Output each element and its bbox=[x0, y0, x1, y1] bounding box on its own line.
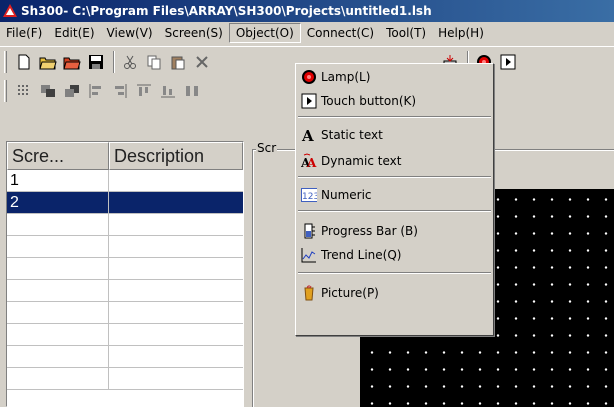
menu-item-picture[interactable]: Picture(P) bbox=[298, 282, 491, 304]
table-row[interactable] bbox=[7, 302, 243, 324]
picture-icon bbox=[301, 285, 317, 301]
open-folder-icon[interactable] bbox=[61, 51, 83, 73]
screen-description bbox=[109, 192, 243, 213]
bring-front-icon[interactable] bbox=[37, 80, 59, 102]
table-row[interactable]: 2 bbox=[7, 192, 243, 214]
menu-screen[interactable]: Screen(S) bbox=[159, 23, 229, 43]
table-row[interactable] bbox=[7, 258, 243, 280]
table-row[interactable] bbox=[7, 368, 243, 390]
new-icon[interactable] bbox=[13, 51, 35, 73]
align-bottom-icon[interactable] bbox=[157, 80, 179, 102]
object-menu-dropdown: Lamp(L) Touch button(K) A Static text AA… bbox=[295, 63, 494, 336]
delete-icon[interactable] bbox=[191, 51, 213, 73]
menu-connect[interactable]: Connect(C) bbox=[301, 23, 380, 43]
menu-item-progress-bar[interactable]: Progress Bar (B) bbox=[298, 220, 491, 242]
toolbar-separator bbox=[113, 50, 115, 73]
menu-help[interactable]: Help(H) bbox=[432, 23, 490, 43]
trend-line-icon bbox=[301, 247, 317, 263]
menu-item-label: Trend Line(Q) bbox=[321, 248, 402, 262]
svg-text:A: A bbox=[306, 156, 317, 169]
dynamic-text-icon: AA bbox=[301, 153, 317, 169]
menu-object[interactable]: Object(O) bbox=[228, 23, 301, 43]
menu-item-trend-line[interactable]: Trend Line(Q) bbox=[298, 244, 491, 266]
menu-item-touch-button[interactable]: Touch button(K) bbox=[298, 90, 491, 112]
title-bar[interactable]: Sh300- C:\Program Files\ARRAY\SH300\Proj… bbox=[0, 0, 614, 22]
menu-item-label: Dynamic text bbox=[321, 154, 402, 168]
menu-item-label: Lamp(L) bbox=[321, 70, 371, 84]
menu-item-numeric[interactable]: 123 Numeric bbox=[298, 184, 491, 206]
table-row[interactable] bbox=[7, 214, 243, 236]
menu-view[interactable]: View(V) bbox=[101, 23, 159, 43]
menu-file[interactable]: File(F) bbox=[0, 23, 48, 43]
svg-text:123: 123 bbox=[302, 192, 317, 202]
menu-bar: File(F) Edit(E) View(V) Screen(S) Object… bbox=[0, 22, 614, 44]
screen-number: 1 bbox=[7, 170, 109, 191]
screen-number: 2 bbox=[7, 192, 109, 213]
table-row[interactable] bbox=[7, 236, 243, 258]
align-right-icon[interactable] bbox=[109, 80, 131, 102]
menu-tool[interactable]: Tool(T) bbox=[380, 23, 432, 43]
menu-separator bbox=[298, 210, 491, 212]
table-row[interactable] bbox=[7, 346, 243, 368]
table-row[interactable] bbox=[7, 324, 243, 346]
menu-item-dynamic-text[interactable]: AA Dynamic text bbox=[298, 150, 491, 172]
numeric-icon: 123 bbox=[301, 187, 317, 203]
toolbar-grip[interactable] bbox=[4, 50, 7, 73]
screen-list: Scre... Description 1 2 bbox=[6, 141, 244, 407]
send-back-icon[interactable] bbox=[61, 80, 83, 102]
progress-bar-icon bbox=[301, 223, 317, 239]
svg-text:A: A bbox=[301, 127, 314, 143]
column-header-screen[interactable]: Scre... bbox=[7, 142, 109, 170]
menu-item-lamp[interactable]: Lamp(L) bbox=[298, 66, 491, 88]
table-row[interactable] bbox=[7, 280, 243, 302]
menu-edit[interactable]: Edit(E) bbox=[48, 23, 100, 43]
app-logo-icon bbox=[2, 3, 18, 19]
play-icon[interactable] bbox=[497, 51, 519, 73]
screen-description bbox=[109, 170, 243, 191]
menu-item-label: Progress Bar (B) bbox=[321, 224, 418, 238]
menu-item-label: Static text bbox=[321, 128, 383, 142]
table-row[interactable]: 1 bbox=[7, 170, 243, 192]
distribute-icon[interactable] bbox=[181, 80, 203, 102]
paste-icon[interactable] bbox=[167, 51, 189, 73]
static-text-icon: A bbox=[301, 127, 317, 143]
lamp-icon bbox=[301, 69, 317, 85]
menu-item-static-text[interactable]: A Static text bbox=[298, 124, 491, 146]
save-icon[interactable] bbox=[85, 51, 107, 73]
screen-group-label: Scr bbox=[256, 141, 278, 155]
column-header-description[interactable]: Description bbox=[109, 142, 243, 170]
window-title: Sh300- C:\Program Files\ARRAY\SH300\Proj… bbox=[21, 4, 432, 18]
menu-separator bbox=[298, 116, 491, 118]
align-left-icon[interactable] bbox=[85, 80, 107, 102]
screen-list-header: Scre... Description bbox=[7, 142, 243, 170]
menu-separator bbox=[298, 272, 491, 274]
menu-item-label: Picture(P) bbox=[321, 286, 379, 300]
cut-icon[interactable] bbox=[119, 51, 141, 73]
open-icon[interactable] bbox=[37, 51, 59, 73]
menu-separator bbox=[298, 176, 491, 178]
grid-icon[interactable] bbox=[13, 80, 35, 102]
menu-item-label: Numeric bbox=[321, 188, 372, 202]
toolbar-grip[interactable] bbox=[4, 80, 7, 102]
touch-button-icon bbox=[301, 93, 317, 109]
copy-icon[interactable] bbox=[143, 51, 165, 73]
align-top-icon[interactable] bbox=[133, 80, 155, 102]
menu-item-label: Touch button(K) bbox=[321, 94, 417, 108]
